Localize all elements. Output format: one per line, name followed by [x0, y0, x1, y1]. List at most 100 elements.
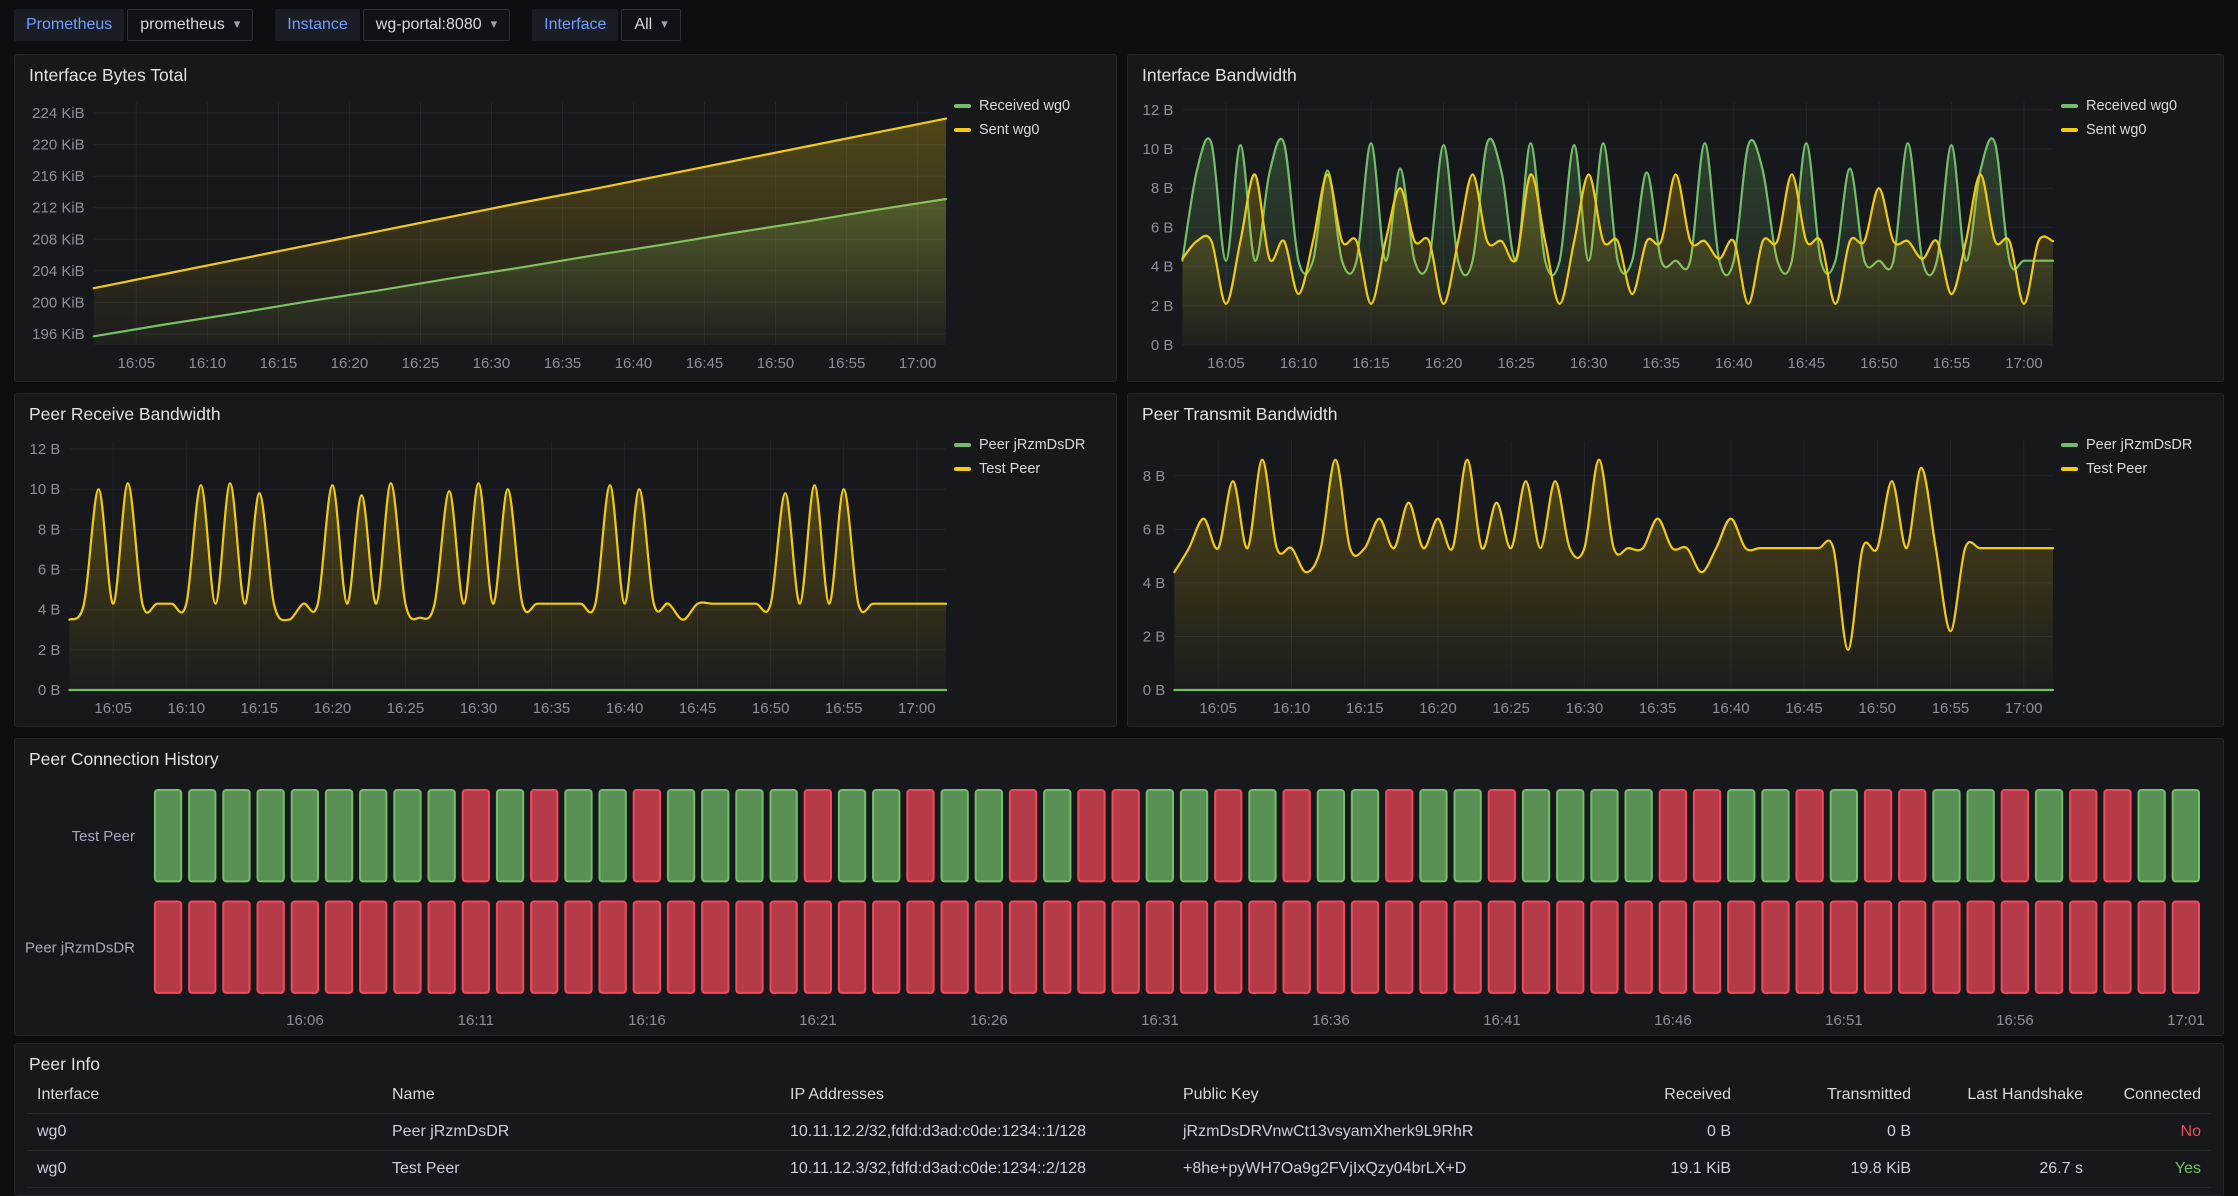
svg-text:17:00: 17:00 [2005, 700, 2043, 717]
column-header[interactable]: Received [1591, 1086, 1741, 1104]
panel-title[interactable]: Interface Bandwidth [1142, 65, 1297, 86]
panel-title[interactable]: Interface Bytes Total [29, 65, 187, 86]
svg-text:204 KiB: 204 KiB [32, 263, 85, 280]
panel-title[interactable]: Peer Info [29, 1054, 100, 1075]
legend-label: Sent wg0 [979, 122, 1039, 138]
legend-item[interactable]: Test Peer [954, 461, 1106, 477]
var-group-interface: Interface All ▾ [532, 9, 681, 41]
dashboard-variable-bar: Prometheus prometheus ▾ Instance wg-port… [14, 9, 681, 41]
legend-item[interactable]: Test Peer [2061, 461, 2213, 477]
svg-text:16:35: 16:35 [544, 355, 582, 372]
svg-text:16:41: 16:41 [1483, 1012, 1521, 1029]
table-cell: Test Peer [382, 1160, 780, 1178]
svg-text:16:20: 16:20 [1425, 355, 1463, 372]
table-cell: 19.1 KiB [1591, 1160, 1741, 1178]
svg-text:16:16: 16:16 [628, 1012, 666, 1029]
column-header[interactable]: Public Key [1173, 1086, 1591, 1104]
svg-text:6 B: 6 B [1143, 521, 1166, 538]
legend-item[interactable]: Peer jRzmDsDR [2061, 437, 2213, 453]
legend: Peer jRzmDsDR Test Peer [2061, 429, 2213, 724]
column-header[interactable]: Last Handshake [1921, 1086, 2093, 1104]
svg-text:16:30: 16:30 [1566, 700, 1604, 717]
column-header[interactable]: Transmitted [1741, 1086, 1921, 1104]
var-picker-value: prometheus [140, 16, 225, 34]
var-label-interface: Interface [532, 9, 618, 41]
svg-text:Test Peer: Test Peer [72, 828, 135, 845]
svg-text:16:55: 16:55 [1932, 700, 1970, 717]
panel-peer-receive-bandwidth: Peer Receive Bandwidth 0 B2 B4 B6 B8 B10… [14, 393, 1117, 727]
table-cell: Yes [2093, 1160, 2211, 1178]
svg-text:16:05: 16:05 [1207, 355, 1245, 372]
column-header[interactable]: Connected [2093, 1086, 2211, 1104]
svg-text:220 KiB: 220 KiB [32, 137, 85, 154]
legend-item[interactable]: Sent wg0 [954, 122, 1106, 138]
svg-text:16:10: 16:10 [1280, 355, 1318, 372]
legend: Received wg0 Sent wg0 [954, 90, 1106, 379]
panel-header: Interface Bandwidth [1128, 55, 2223, 88]
table-row: wg0Peer jRzmDsDR10.11.12.2/32,fdfd:d3ad:… [27, 1114, 2211, 1151]
column-header[interactable]: IP Addresses [780, 1086, 1173, 1104]
panel-peer-connection-history: Peer Connection History Test PeerPeer jR… [14, 738, 2224, 1036]
svg-text:16:30: 16:30 [1570, 355, 1608, 372]
var-picker-prometheus[interactable]: prometheus ▾ [127, 9, 253, 41]
series-color-swatch [2061, 128, 2078, 132]
table-cell: 19.8 KiB [1741, 1160, 1921, 1178]
grafana-dashboard: Prometheus prometheus ▾ Instance wg-port… [0, 0, 2238, 1196]
svg-text:8 B: 8 B [1143, 468, 1166, 485]
legend-item[interactable]: Received wg0 [954, 98, 1106, 114]
svg-text:16:20: 16:20 [1419, 700, 1457, 717]
svg-text:10 B: 10 B [1143, 141, 1174, 158]
legend: Received wg0 Sent wg0 [2061, 90, 2213, 379]
panel-header: Peer Connection History [15, 739, 2223, 772]
legend-label: Sent wg0 [2086, 122, 2146, 138]
series-color-swatch [954, 128, 971, 132]
svg-text:16:45: 16:45 [686, 355, 724, 372]
chevron-down-icon: ▾ [661, 16, 668, 32]
legend-item[interactable]: Sent wg0 [2061, 122, 2213, 138]
var-label-prometheus: Prometheus [14, 9, 124, 41]
peer-transmit-chart: 0 B2 B4 B6 B8 B16:0516:1016:1516:2016:25… [1132, 429, 2061, 724]
svg-text:200 KiB: 200 KiB [32, 294, 85, 311]
panel-body: Test PeerPeer jRzmDsDR16:0616:1116:1616:… [15, 772, 2223, 1035]
var-picker-interface[interactable]: All ▾ [621, 9, 680, 41]
svg-text:16:30: 16:30 [473, 355, 511, 372]
legend-item[interactable]: Received wg0 [2061, 98, 2213, 114]
panel-body: 196 KiB200 KiB204 KiB208 KiB212 KiB216 K… [15, 88, 1116, 381]
svg-text:16:35: 16:35 [533, 700, 571, 717]
svg-text:17:00: 17:00 [899, 355, 937, 372]
table-cell: jRzmDsDRVnwCt13vsyamXherk9L9RhR [1173, 1123, 1591, 1141]
svg-text:6 B: 6 B [38, 562, 61, 579]
legend-label: Peer jRzmDsDR [2086, 437, 2192, 453]
series-color-swatch [954, 104, 971, 108]
legend-label: Received wg0 [979, 98, 1070, 114]
svg-text:16:51: 16:51 [1825, 1012, 1863, 1029]
svg-text:224 KiB: 224 KiB [32, 105, 85, 122]
series-color-swatch [2061, 104, 2078, 108]
chevron-down-icon: ▾ [491, 16, 498, 32]
var-picker-instance[interactable]: wg-portal:8080 ▾ [363, 9, 510, 41]
svg-text:16:45: 16:45 [1785, 700, 1823, 717]
svg-text:17:00: 17:00 [898, 700, 936, 717]
table-cell: wg0 [27, 1160, 382, 1178]
svg-text:16:15: 16:15 [1346, 700, 1384, 717]
panel-title[interactable]: Peer Receive Bandwidth [29, 404, 221, 425]
svg-text:16:56: 16:56 [1996, 1012, 2034, 1029]
var-picker-value: All [634, 16, 652, 34]
svg-text:0 B: 0 B [38, 682, 61, 699]
svg-text:16:46: 16:46 [1654, 1012, 1692, 1029]
panel-title[interactable]: Peer Transmit Bandwidth [1142, 404, 1338, 425]
var-picker-value: wg-portal:8080 [376, 16, 482, 34]
panel-title[interactable]: Peer Connection History [29, 749, 219, 770]
table-row: wg0Test Peer10.11.12.3/32,fdfd:d3ad:c0de… [27, 1151, 2211, 1188]
legend-item[interactable]: Peer jRzmDsDR [954, 437, 1106, 453]
var-group-instance: Instance wg-portal:8080 ▾ [275, 9, 510, 41]
panel-header: Interface Bytes Total [15, 55, 1116, 88]
svg-text:16:10: 16:10 [1273, 700, 1311, 717]
panel-interface-bytes-total: Interface Bytes Total 196 KiB200 KiB204 … [14, 54, 1117, 382]
column-header[interactable]: Interface [27, 1086, 382, 1104]
legend-label: Peer jRzmDsDR [979, 437, 1085, 453]
legend-label: Test Peer [979, 461, 1040, 477]
panel-header: Peer Transmit Bandwidth [1128, 394, 2223, 427]
column-header[interactable]: Name [382, 1086, 780, 1104]
legend-label: Received wg0 [2086, 98, 2177, 114]
